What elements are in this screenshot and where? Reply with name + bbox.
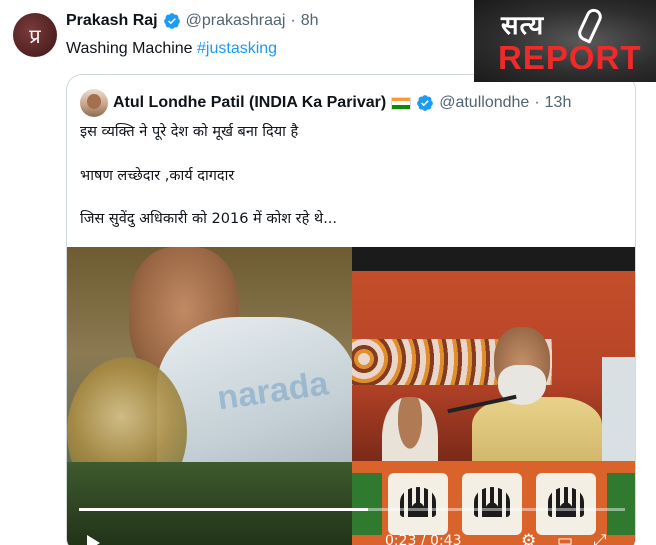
quoted-author-name[interactable]: Atul Londhe Patil (INDIA Ka Parivar) xyxy=(113,94,386,112)
video-time: 0:23 / 0:43 xyxy=(385,533,462,545)
lotus-symbol xyxy=(462,473,522,535)
india-flag-icon xyxy=(391,96,412,110)
video-frame-right xyxy=(352,247,635,545)
quoted-tweet-time[interactable]: 13h xyxy=(545,94,572,112)
play-icon[interactable] xyxy=(87,535,100,545)
lotus-symbol xyxy=(388,473,448,535)
captions-icon[interactable]: ▭ xyxy=(557,531,573,545)
hashtag-link[interactable]: #justasking xyxy=(197,40,277,57)
quoted-tweet-card[interactable]: Atul Londhe Patil (INDIA Ka Parivar) @at… xyxy=(66,74,636,545)
verified-badge-icon xyxy=(163,12,181,30)
quoted-author-handle[interactable]: @atullondhe xyxy=(439,94,529,112)
author-name[interactable]: Prakash Raj xyxy=(66,12,158,30)
video-progress-fill xyxy=(79,508,369,511)
video-progress-bar[interactable] xyxy=(79,508,625,511)
video-frame-left: narada xyxy=(67,247,357,545)
logo-report-text: REPORT xyxy=(498,39,642,76)
video-player[interactable]: narada 0:23 / 0:43 ⚙ ▭ ⤢ xyxy=(67,247,635,545)
quoted-text-line: इस व्यक्ति ने पूरे देश को मूर्ख बना दिया… xyxy=(80,124,299,140)
tweet-header: Prakash Raj @prakashraaj · 8h xyxy=(66,12,319,30)
verified-badge-icon xyxy=(416,94,434,112)
quoted-author-avatar[interactable] xyxy=(80,89,108,117)
quoted-text-line: जिस सुवेंदु अधिकारी को 2016 में कोश रहे … xyxy=(80,211,338,227)
tweet-time[interactable]: 8h xyxy=(301,12,319,30)
fullscreen-icon[interactable]: ⤢ xyxy=(593,531,607,545)
logo-hindi-text: सत्य xyxy=(501,11,545,41)
avatar-glyph: प्र xyxy=(29,23,41,48)
header-separator: · xyxy=(290,12,296,29)
table-surface xyxy=(67,462,352,545)
stage-banner-top xyxy=(352,247,635,271)
quoted-header-separator: · xyxy=(534,94,540,111)
settings-icon[interactable]: ⚙ xyxy=(521,531,536,545)
author-avatar[interactable]: प्र xyxy=(13,13,57,57)
quoted-tweet-header: Atul Londhe Patil (INDIA Ka Parivar) @at… xyxy=(80,89,571,117)
author-handle[interactable]: @prakashraaj xyxy=(186,12,286,30)
lotus-symbol xyxy=(536,473,596,535)
quoted-text-line: भाषण लच्छेदार ,कार्य दागदार xyxy=(80,168,235,184)
tweet-text: Washing Machine #justasking xyxy=(66,40,277,58)
stage-curtain xyxy=(602,357,635,467)
podium-panel xyxy=(352,473,382,535)
podium-panel xyxy=(607,473,635,535)
tweet-text-plain: Washing Machine xyxy=(66,40,198,57)
satya-report-logo: सत्य REPORT xyxy=(474,0,656,82)
